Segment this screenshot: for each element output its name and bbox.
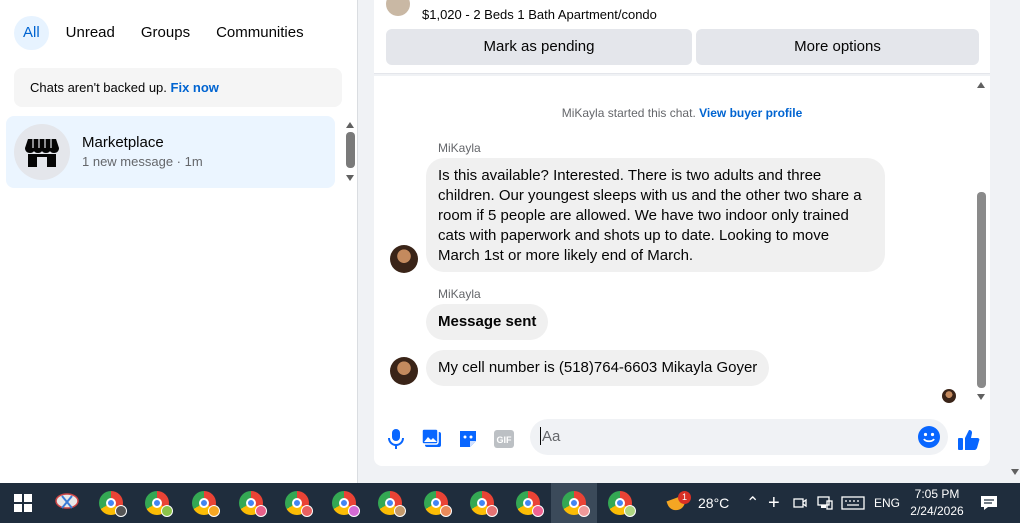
- message-bubble[interactable]: Is this available? Interested. There is …: [426, 158, 885, 272]
- weather-badge: 1: [678, 491, 691, 504]
- chrome-taskbar-button[interactable]: [274, 483, 320, 523]
- emoji-icon[interactable]: [918, 426, 940, 453]
- scrollbar-thumb[interactable]: [346, 132, 355, 168]
- chrome-taskbar-button[interactable]: [181, 483, 227, 523]
- sticker-icon[interactable]: [457, 428, 479, 450]
- clock-date: 2/24/2026: [910, 504, 964, 518]
- page-scroll-down-arrow[interactable]: [1011, 469, 1019, 475]
- svg-text:GIF: GIF: [497, 435, 513, 445]
- chrome-taskbar-button[interactable]: [413, 483, 459, 523]
- meet-now-icon[interactable]: [793, 483, 807, 523]
- profile-badge: [161, 505, 173, 517]
- scroll-down-arrow[interactable]: [346, 175, 354, 181]
- filter-unread[interactable]: Unread: [57, 16, 124, 50]
- profile-badge: [624, 505, 636, 517]
- message-sender: MiKayla: [438, 287, 481, 301]
- view-buyer-profile-link[interactable]: View buyer profile: [699, 106, 802, 120]
- user-avatar[interactable]: [390, 245, 418, 273]
- photo-icon[interactable]: [421, 428, 443, 450]
- profile-badge: [115, 505, 127, 517]
- weather-icon: 1: [666, 491, 691, 513]
- weather-widget[interactable]: 1 28°C: [666, 483, 729, 523]
- clock-time: 7:05 PM: [914, 487, 960, 501]
- chrome-taskbar-button[interactable]: [321, 483, 367, 523]
- chrome-taskbar-button-active[interactable]: [551, 483, 597, 523]
- scroll-up-arrow[interactable]: [346, 122, 354, 128]
- chrome-taskbar-button[interactable]: [459, 483, 505, 523]
- backup-notice: Chats aren't backed up. Fix now: [14, 68, 342, 107]
- profile-badge: [348, 505, 360, 517]
- profile-badge: [578, 505, 590, 517]
- notifications-icon[interactable]: [980, 483, 998, 523]
- chat-item-preview: 1 new message · 1m: [82, 154, 203, 169]
- weather-temp: 28°C: [698, 495, 730, 511]
- mark-as-pending-button[interactable]: Mark as pending: [386, 29, 692, 65]
- language-indicator[interactable]: ENG: [874, 483, 900, 523]
- chat-item-name: Marketplace: [82, 134, 164, 151]
- message-bubble[interactable]: Message sent: [426, 304, 549, 340]
- profile-badge: [394, 505, 406, 517]
- plus-icon[interactable]: +: [768, 483, 780, 523]
- user-avatar[interactable]: [390, 357, 418, 385]
- composer: GIF Aa: [374, 416, 990, 466]
- thumbs-up-icon[interactable]: [957, 428, 981, 452]
- shop-icon: [25, 139, 59, 167]
- windows-taskbar: 1 28°C ⌃ + ENG 7:05 PM 2/24/2026: [0, 483, 1020, 523]
- chrome-taskbar-button[interactable]: [88, 483, 134, 523]
- message-bubble[interactable]: My cell number is (518)764-6603 Mikayla …: [426, 350, 770, 386]
- chat-start-text: MiKayla started this chat.: [561, 106, 700, 120]
- snipping-tool-icon: [55, 493, 79, 509]
- windows-icon: [14, 494, 32, 512]
- more-options-button[interactable]: More options: [696, 29, 979, 65]
- message-sender: MiKayla: [438, 141, 481, 155]
- chat-item-marketplace[interactable]: Marketplace 1 new message · 1m: [6, 116, 335, 188]
- conversation-panel: $1,020 - 2 Beds 1 Bath Apartment/condo M…: [374, 0, 990, 466]
- chat-item-time: 1m: [184, 154, 203, 169]
- microphone-icon[interactable]: [385, 428, 407, 450]
- start-button[interactable]: [0, 483, 46, 523]
- listing-thumbnail[interactable]: [386, 0, 410, 16]
- system-clock[interactable]: 7:05 PM 2/24/2026: [908, 486, 966, 520]
- chrome-taskbar-button[interactable]: [134, 483, 180, 523]
- chat-list-panel: All Unread Groups Communities Chats aren…: [0, 0, 358, 483]
- keyboard-icon[interactable]: [841, 483, 865, 523]
- filter-all[interactable]: All: [14, 16, 49, 50]
- scrollbar-thumb[interactable]: [977, 192, 986, 388]
- listing-card: $1,020 - 2 Beds 1 Bath Apartment/condo M…: [374, 0, 990, 74]
- seen-avatar: [942, 389, 956, 403]
- filter-communities[interactable]: Communities: [207, 16, 313, 50]
- message-input-placeholder: Aa: [542, 428, 561, 445]
- fix-now-link[interactable]: Fix now: [171, 80, 219, 95]
- filter-groups[interactable]: Groups: [132, 16, 199, 50]
- chat-filters: All Unread Groups Communities: [14, 16, 313, 50]
- chrome-taskbar-button[interactable]: [228, 483, 274, 523]
- profile-badge: [486, 505, 498, 517]
- scroll-down-arrow[interactable]: [977, 394, 985, 400]
- network-icon[interactable]: [817, 483, 833, 523]
- chrome-taskbar-button[interactable]: [505, 483, 551, 523]
- message-thread: MiKayla started this chat. View buyer pr…: [374, 76, 990, 466]
- profile-badge: [208, 505, 220, 517]
- chat-item-preview-text: 1 new message: [82, 154, 174, 169]
- chevron-up-icon[interactable]: ⌃: [746, 483, 759, 523]
- chat-start-notice: MiKayla started this chat. View buyer pr…: [374, 106, 990, 120]
- snipping-tool-button[interactable]: [44, 483, 90, 523]
- profile-badge: [301, 505, 313, 517]
- profile-badge: [440, 505, 452, 517]
- marketplace-avatar: [14, 124, 70, 180]
- listing-title[interactable]: $1,020 - 2 Beds 1 Bath Apartment/condo: [422, 7, 657, 22]
- profile-badge: [255, 505, 267, 517]
- message-input[interactable]: Aa: [530, 419, 948, 455]
- chrome-taskbar-button[interactable]: [597, 483, 643, 523]
- chrome-taskbar-button[interactable]: [367, 483, 413, 523]
- gif-icon[interactable]: GIF: [493, 428, 515, 450]
- text-caret: [540, 427, 541, 445]
- scroll-up-arrow[interactable]: [977, 82, 985, 88]
- backup-notice-text: Chats aren't backed up.: [30, 80, 171, 95]
- profile-badge: [532, 505, 544, 517]
